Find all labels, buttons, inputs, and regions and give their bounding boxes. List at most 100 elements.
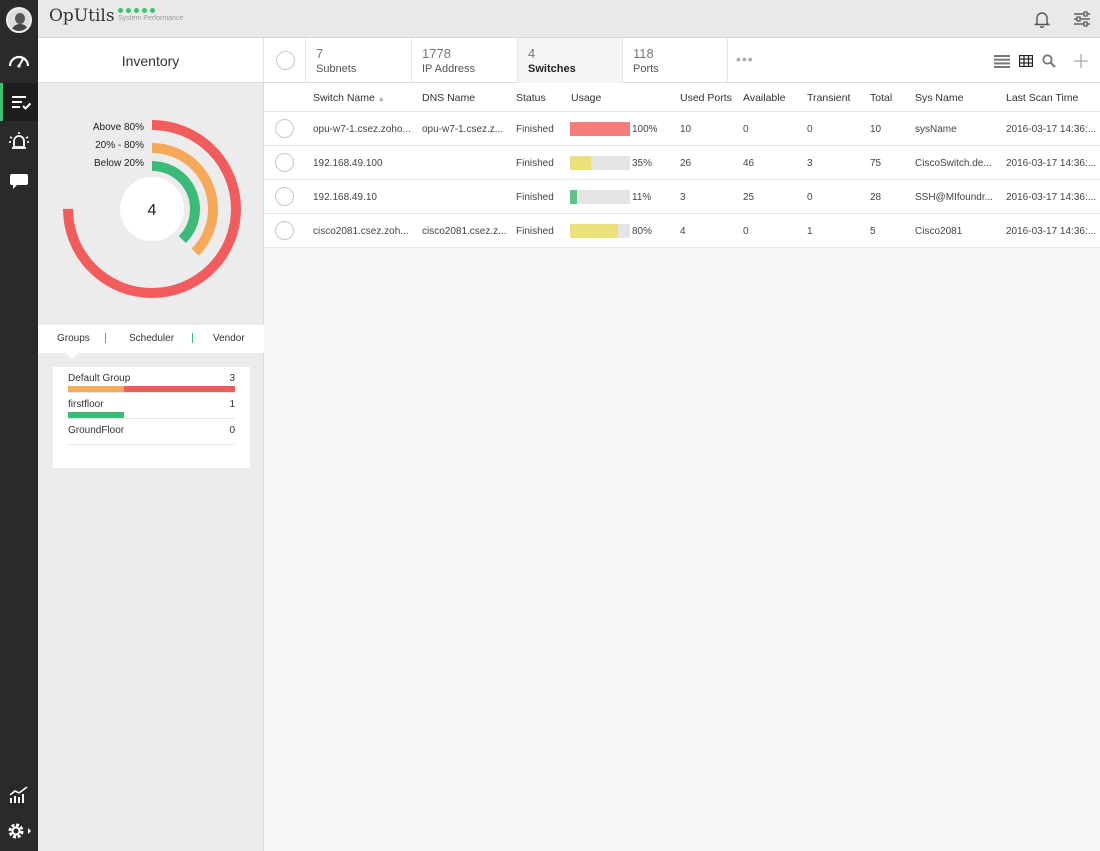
usage-percent: 80% (632, 226, 653, 237)
stat-subnets[interactable]: 7 Subnets (305, 38, 411, 83)
cell-last-scan-time: 2016-03-17 14:36:... (1006, 192, 1097, 203)
group-row-default[interactable]: Default Group 3 (68, 367, 235, 393)
cell-available: 25 (743, 192, 755, 203)
cell-available: 46 (743, 158, 755, 169)
cell-sys-name: SSH@MIfoundr... (915, 192, 993, 203)
cell-transient: 0 (807, 192, 813, 203)
stat-switches[interactable]: 4 Switches (517, 38, 623, 83)
tab-separator (192, 333, 193, 343)
col-sys-name[interactable]: Sys Name (915, 92, 963, 104)
col-transient[interactable]: Transient (807, 92, 850, 104)
left-nav-rail (0, 0, 38, 851)
legend-20-80: 20% - 80% (95, 140, 144, 151)
reports-icon (9, 786, 28, 803)
usage-bar-fill (570, 122, 630, 136)
legend-above-80: Above 80% (93, 122, 144, 133)
table-row[interactable]: 192.168.49.100 Finished 26 46 3 75 CiscoSwitch… (264, 146, 1100, 180)
search-button[interactable] (1040, 52, 1058, 70)
col-used-ports[interactable]: Used Ports (680, 92, 732, 104)
tab-groups[interactable]: Groups (57, 333, 90, 344)
usage-bar-fill (570, 156, 591, 170)
dashboard-icon (8, 55, 30, 68)
stat-label: IP Address (422, 63, 475, 75)
usage-bar (570, 190, 630, 204)
usage-percent: 35% (632, 158, 653, 169)
usage-bar (570, 122, 630, 136)
stat-value: 4 (528, 46, 536, 61)
dashboard-nav[interactable] (0, 41, 38, 79)
col-label: Switch Name (313, 92, 375, 104)
inventory-icon (11, 96, 31, 110)
group-name: Default Group (68, 373, 131, 384)
preferences-button[interactable] (1072, 9, 1092, 29)
alarms-nav[interactable] (0, 122, 38, 160)
col-status[interactable]: Status (516, 92, 546, 104)
app-logo[interactable]: OpUtils (49, 6, 115, 26)
system-performance-indicator[interactable]: System Performance (118, 8, 183, 22)
col-dns-name[interactable]: DNS Name (422, 92, 475, 104)
more-stats-button[interactable]: ••• (736, 51, 754, 67)
alarm-icon (9, 132, 29, 149)
group-row-firstfloor[interactable]: firstfloor 1 (68, 393, 235, 419)
cell-available: 0 (743, 124, 749, 135)
group-name: firstfloor (68, 399, 104, 410)
stat-value: 118 (633, 46, 654, 61)
inventory-nav[interactable] (0, 83, 38, 121)
left-panel: 4 Above 80% 20% - 80% Below 20% Groups S… (38, 83, 264, 851)
usage-bar (570, 156, 630, 170)
cell-last-scan-time: 2016-03-17 14:36:... (1006, 226, 1097, 237)
summary-bar: Inventory 7 Subnets 1778 IP Address 4 Sw… (38, 38, 1100, 83)
table-row[interactable]: 192.168.49.10 Finished 3 25 0 28 SSH@MIfoundr.… (264, 180, 1100, 214)
tab-scheduler[interactable]: Scheduler (129, 333, 174, 344)
add-button[interactable] (1072, 52, 1090, 70)
col-available[interactable]: Available (743, 92, 785, 104)
user-avatar[interactable] (0, 1, 38, 39)
cell-used-ports: 3 (680, 192, 686, 203)
row-select-radio[interactable] (275, 119, 294, 138)
group-count: 3 (229, 373, 235, 384)
switches-table: Switch Name ▲ DNS Name Status Usage Used … (264, 83, 1100, 851)
top-bar: OpUtils System Performance (38, 0, 1100, 38)
cell-total: 5 (870, 226, 876, 237)
notifications-button[interactable] (1032, 9, 1052, 29)
cell-status: Finished (516, 158, 554, 169)
table-row[interactable]: opu-w7-1.csez.zoho... opu-w7-1.csez.z... F… (264, 112, 1100, 146)
chat-nav[interactable] (0, 163, 38, 201)
stat-ip-address[interactable]: 1778 IP Address (411, 38, 517, 83)
cell-total: 10 (870, 124, 882, 135)
col-switch-name[interactable]: Switch Name ▲ (313, 92, 385, 104)
list-view-icon (994, 54, 1010, 68)
cell-switch-name: 192.168.49.100 (313, 158, 383, 169)
row-select-radio[interactable] (275, 221, 294, 240)
stat-label: Switches (528, 63, 576, 75)
table-row[interactable]: cisco2081.csez.zoh... cisco2081.csez.z...… (264, 214, 1100, 248)
group-bar-green (68, 412, 124, 418)
row-select-radio[interactable] (275, 187, 294, 206)
reports-nav[interactable] (0, 776, 38, 814)
usage-bar-fill (570, 190, 577, 204)
tab-vendor[interactable]: Vendor (213, 333, 245, 344)
col-total[interactable]: Total (870, 92, 892, 104)
select-all-radio[interactable] (276, 51, 295, 70)
col-last-scan-time[interactable]: Last Scan Time (1006, 92, 1078, 104)
bell-icon (1033, 12, 1051, 28)
table-header: Switch Name ▲ DNS Name Status Usage Used … (264, 83, 1100, 112)
groups-list: Default Group 3 firstfloor 1 GroundFloor… (53, 367, 250, 468)
sliders-icon (1074, 11, 1090, 27)
stat-ports[interactable]: 118 Ports (622, 38, 728, 83)
col-usage[interactable]: Usage (571, 92, 601, 104)
grid-view-button[interactable] (1017, 52, 1035, 70)
group-count: 0 (229, 425, 235, 436)
cell-transient: 1 (807, 226, 813, 237)
cell-total: 75 (870, 158, 882, 169)
settings-nav[interactable] (0, 812, 38, 850)
row-select-radio[interactable] (275, 153, 294, 172)
avatar-image (6, 7, 32, 33)
list-view-button[interactable] (993, 52, 1011, 70)
group-tabs: Groups Scheduler Vendor (38, 325, 264, 359)
stat-value: 7 (316, 46, 324, 61)
group-row-groundfloor[interactable]: GroundFloor 0 (68, 419, 235, 445)
cell-switch-name: 192.168.49.10 (313, 192, 377, 203)
group-count: 1 (229, 399, 235, 410)
search-icon (1042, 54, 1056, 68)
